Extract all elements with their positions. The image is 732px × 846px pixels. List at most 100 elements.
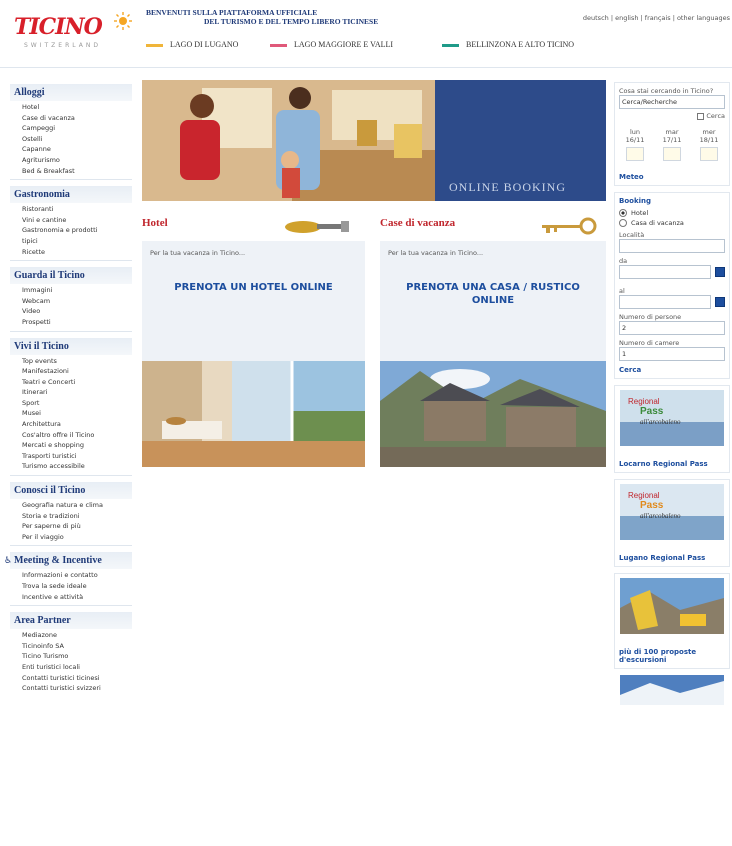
- nav-item[interactable]: Ostelli: [22, 134, 132, 145]
- booking-search-button[interactable]: Cerca: [619, 366, 725, 374]
- nav-item[interactable]: Musei: [22, 408, 132, 419]
- nav-item[interactable]: Enti turistici locali: [22, 662, 132, 673]
- nav-item[interactable]: Mediazone: [22, 630, 132, 641]
- radio-selected-icon: [619, 209, 627, 217]
- promo-lugano[interactable]: Regional Pass all'arcobaleno Lugano Regi…: [614, 479, 730, 567]
- nav-item[interactable]: Mercati e shopping: [22, 440, 132, 451]
- language-switcher: deutsch | english | français | other lan…: [582, 14, 730, 22]
- search-checkbox-icon[interactable]: [697, 112, 705, 120]
- nav-item[interactable]: Informazioni e contatto: [22, 570, 132, 581]
- from-date-input[interactable]: [619, 265, 712, 279]
- nav-item[interactable]: Contatti turistici ticinesi: [22, 673, 132, 684]
- nav-item[interactable]: Trova la sede ideale: [22, 581, 132, 592]
- cta-line-2: ONLINE: [471, 295, 515, 306]
- online-booking-banner[interactable]: ONLINE BOOKING: [142, 80, 606, 201]
- nav-item[interactable]: Storia e tradizioni: [22, 511, 132, 522]
- nav-item[interactable]: Per il viaggio: [22, 532, 132, 543]
- search-row: Cerca: [619, 112, 725, 120]
- nav-item[interactable]: Immagini: [22, 285, 132, 296]
- nav-item[interactable]: Ticino Turismo: [22, 651, 132, 662]
- nav-heading[interactable]: Vivi il Ticino: [10, 337, 132, 355]
- region-lugano[interactable]: LAGO DI LUGANO: [146, 40, 238, 49]
- book-house-button[interactable]: PRENOTA UNA CASA / RUSTICO ONLINE: [380, 281, 606, 307]
- nav-item[interactable]: Gastronomia e prodotti: [22, 225, 132, 236]
- nav-item[interactable]: Sport: [22, 398, 132, 409]
- nav-heading[interactable]: Conosci il Ticino: [10, 482, 132, 500]
- radio-hotel[interactable]: Hotel: [619, 208, 725, 218]
- nav-heading[interactable]: Guarda il Ticino: [10, 267, 132, 285]
- promo-badge-pass: Pass: [640, 406, 664, 417]
- rooms-input[interactable]: [619, 347, 725, 361]
- weather-forecast: lun 16/11 mar 17/11 mer 18/11: [619, 128, 725, 161]
- divider: [10, 330, 132, 332]
- location-input[interactable]: [619, 239, 725, 253]
- to-date-input[interactable]: [619, 295, 712, 309]
- nav-section-guarda: Guarda il Ticino Immagini Webcam Video P…: [10, 267, 132, 332]
- nav-item[interactable]: Teatri e Concerti: [22, 377, 132, 388]
- weather-day-name: mar: [665, 128, 679, 136]
- nav-item[interactable]: Agriturismo: [22, 155, 132, 166]
- nav-item[interactable]: Turismo accessibile: [22, 461, 132, 472]
- nav-item[interactable]: Geografia natura e clima: [22, 500, 132, 511]
- nav-item[interactable]: Trasporti turistici: [22, 451, 132, 462]
- booking-title: Booking: [619, 197, 652, 205]
- promo-excursions[interactable]: più di 100 proposte d'escursioni: [614, 573, 730, 669]
- nav-heading[interactable]: Gastronomia: [10, 186, 132, 204]
- book-hotel-button[interactable]: PRENOTA UN HOTEL ONLINE: [142, 281, 365, 294]
- hotel-booking-card: Hotel Per la tua vacanza in Ticino... PR…: [142, 215, 365, 470]
- search-input[interactable]: [619, 95, 725, 109]
- region-maggiore[interactable]: LAGO MAGGIORE E VALLI: [270, 40, 393, 49]
- nav-item[interactable]: Cos'altro offre il Ticino: [22, 430, 132, 441]
- from-label: da: [619, 257, 628, 265]
- nav-heading[interactable]: Alloggi: [10, 84, 132, 101]
- region-bellinzona[interactable]: BELLINZONA E ALTO TICINO: [442, 40, 574, 49]
- nav-item[interactable]: Video: [22, 306, 132, 317]
- nav-item[interactable]: Architettura: [22, 419, 132, 430]
- nav-item[interactable]: Incentive e attività: [22, 592, 132, 603]
- persons-input[interactable]: [619, 321, 725, 335]
- nav-item[interactable]: Ristoranti: [22, 204, 132, 215]
- nav-item[interactable]: Campeggi: [22, 123, 132, 134]
- nav-item[interactable]: Top events: [22, 356, 132, 367]
- nav-item[interactable]: Ricette: [22, 247, 132, 258]
- nav-heading[interactable]: Meeting & Incentive: [10, 552, 132, 570]
- hotel-title[interactable]: Hotel: [142, 217, 168, 229]
- sun-cloud-icon: [663, 147, 681, 161]
- nav-item[interactable]: Hotel: [22, 102, 132, 113]
- nav-heading[interactable]: Area Partner: [10, 612, 132, 630]
- promo-ski-image[interactable]: [620, 675, 724, 705]
- nav-item[interactable]: Per saperne di più: [22, 521, 132, 532]
- nav-item[interactable]: tipici: [22, 236, 132, 247]
- nav-item[interactable]: Prospetti: [22, 317, 132, 328]
- house-title[interactable]: Case di vacanza: [380, 217, 455, 229]
- calendar-icon[interactable]: [715, 267, 725, 277]
- lang-english[interactable]: english: [615, 14, 638, 22]
- nav-item[interactable]: Manifestazioni: [22, 366, 132, 377]
- nav-item[interactable]: Capanne: [22, 144, 132, 155]
- lang-other[interactable]: other languages: [677, 14, 730, 22]
- site-search-box: Cosa stai cercando in Ticino? Cerca lun …: [614, 82, 730, 186]
- calendar-icon[interactable]: [715, 297, 725, 307]
- page: TICINO SWITZERLAND BENVENUTI SULLA PIATT…: [0, 0, 732, 846]
- promo-caption: Lugano Regional Pass: [619, 554, 706, 562]
- welcome-heading: BENVENUTI SULLA PIATTAFORMA UFFICIALE DE…: [146, 8, 406, 26]
- nav-item[interactable]: Contatti turistici svizzeri: [22, 683, 132, 694]
- nav-item[interactable]: Case di vacanza: [22, 113, 132, 124]
- nav-item[interactable]: Bed & Breakfast: [22, 166, 132, 177]
- key-icon: [285, 221, 349, 233]
- weather-day: lun 16/11: [619, 128, 651, 161]
- radio-house[interactable]: Casa di vacanza: [619, 218, 725, 228]
- ticino-logo[interactable]: TICINO SWITZERLAND: [14, 12, 132, 58]
- lang-deutsch[interactable]: deutsch: [583, 14, 609, 22]
- nav-item[interactable]: Vini e cantine: [22, 215, 132, 226]
- search-submit[interactable]: Cerca: [706, 112, 725, 120]
- nav-item[interactable]: Ticinoinfo SA: [22, 641, 132, 652]
- nav-item[interactable]: Itinerari: [22, 387, 132, 398]
- lang-francais[interactable]: français: [645, 14, 671, 22]
- promo-locarno[interactable]: Regional Pass all'arcobaleno Locarno Reg…: [614, 385, 730, 473]
- welcome-line-2: DEL TURISMO E DEL TEMPO LIBERO TICINESE: [204, 17, 379, 26]
- promo-badge-tagline: all'arcobaleno: [640, 512, 681, 520]
- nav-item[interactable]: Webcam: [22, 296, 132, 307]
- divider: [10, 475, 132, 477]
- meteo-link[interactable]: Meteo: [619, 173, 725, 181]
